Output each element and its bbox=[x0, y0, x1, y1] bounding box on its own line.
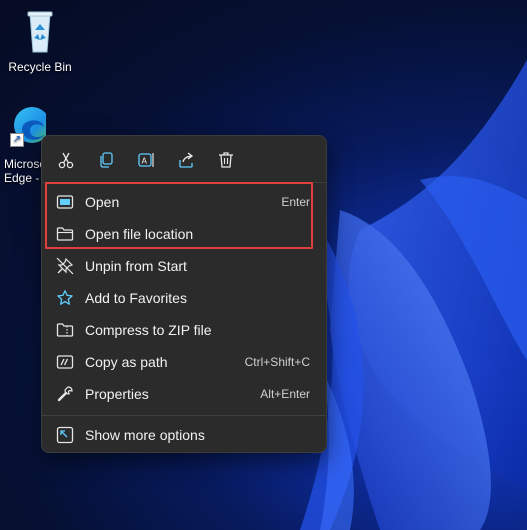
copy-path-icon bbox=[56, 355, 74, 369]
menu-separator bbox=[42, 415, 326, 416]
menu-item-label: Open file location bbox=[85, 226, 194, 242]
desktop-icon-recycle-bin[interactable]: Recycle Bin bbox=[4, 8, 76, 74]
share-button[interactable] bbox=[174, 148, 198, 172]
menu-item-show-more-options[interactable]: Show more options bbox=[46, 420, 322, 450]
edge-label-line2: Edge - bbox=[4, 171, 40, 185]
menu-item-label: Unpin from Start bbox=[85, 258, 187, 274]
menu-item-label: Add to Favorites bbox=[85, 290, 187, 306]
edge-label-line1: Microsoft bbox=[4, 157, 46, 171]
open-window-icon bbox=[56, 195, 74, 209]
more-options-icon bbox=[56, 426, 74, 444]
zip-folder-icon bbox=[56, 323, 74, 337]
cut-icon bbox=[58, 152, 74, 169]
menu-item-copy-as-path[interactable]: Copy as path Ctrl+Shift+C bbox=[46, 347, 322, 377]
menu-item-label: Open bbox=[85, 194, 120, 210]
shortcut-arrow-icon: ↗ bbox=[10, 133, 24, 147]
unpin-icon bbox=[56, 257, 74, 275]
menu-item-properties[interactable]: Properties Alt+Enter bbox=[46, 379, 322, 409]
menu-item-open-file-location[interactable]: Open file location bbox=[46, 219, 322, 249]
menu-item-label: Copy as path bbox=[85, 354, 168, 370]
star-icon bbox=[57, 290, 73, 305]
rename-icon: A bbox=[138, 153, 154, 167]
rename-button[interactable]: A bbox=[134, 148, 158, 172]
menu-item-shortcut: Alt+Enter bbox=[260, 387, 310, 401]
delete-icon bbox=[219, 152, 233, 168]
menu-item-shortcut: Ctrl+Shift+C bbox=[244, 355, 310, 369]
recycle-bin-label: Recycle Bin bbox=[8, 60, 72, 74]
cut-button[interactable] bbox=[54, 148, 78, 172]
wrench-icon bbox=[57, 386, 73, 402]
share-icon bbox=[179, 152, 194, 168]
menu-separator bbox=[42, 182, 326, 183]
menu-item-open[interactable]: Open Enter bbox=[46, 187, 322, 217]
menu-item-label: Compress to ZIP file bbox=[85, 322, 212, 338]
menu-item-unpin-from-start[interactable]: Unpin from Start bbox=[46, 251, 322, 281]
menu-item-label: Properties bbox=[85, 386, 149, 402]
delete-button[interactable] bbox=[214, 148, 238, 172]
recycle-bin-icon bbox=[16, 8, 64, 56]
svg-text:A: A bbox=[142, 157, 148, 166]
context-menu: A Open Enter Open file location Unpin fr… bbox=[41, 135, 327, 453]
menu-item-compress-to-zip[interactable]: Compress to ZIP file bbox=[46, 315, 322, 345]
folder-icon bbox=[56, 227, 74, 241]
desktop-icon-edge[interactable]: ↗ Microsoft Edge - bbox=[4, 105, 46, 185]
menu-item-shortcut: Enter bbox=[281, 195, 310, 209]
menu-item-add-to-favorites[interactable]: Add to Favorites bbox=[46, 283, 322, 313]
copy-button[interactable] bbox=[94, 148, 118, 172]
context-menu-toolbar: A bbox=[42, 136, 326, 182]
copy-icon bbox=[100, 152, 113, 168]
menu-item-label: Show more options bbox=[85, 427, 205, 443]
